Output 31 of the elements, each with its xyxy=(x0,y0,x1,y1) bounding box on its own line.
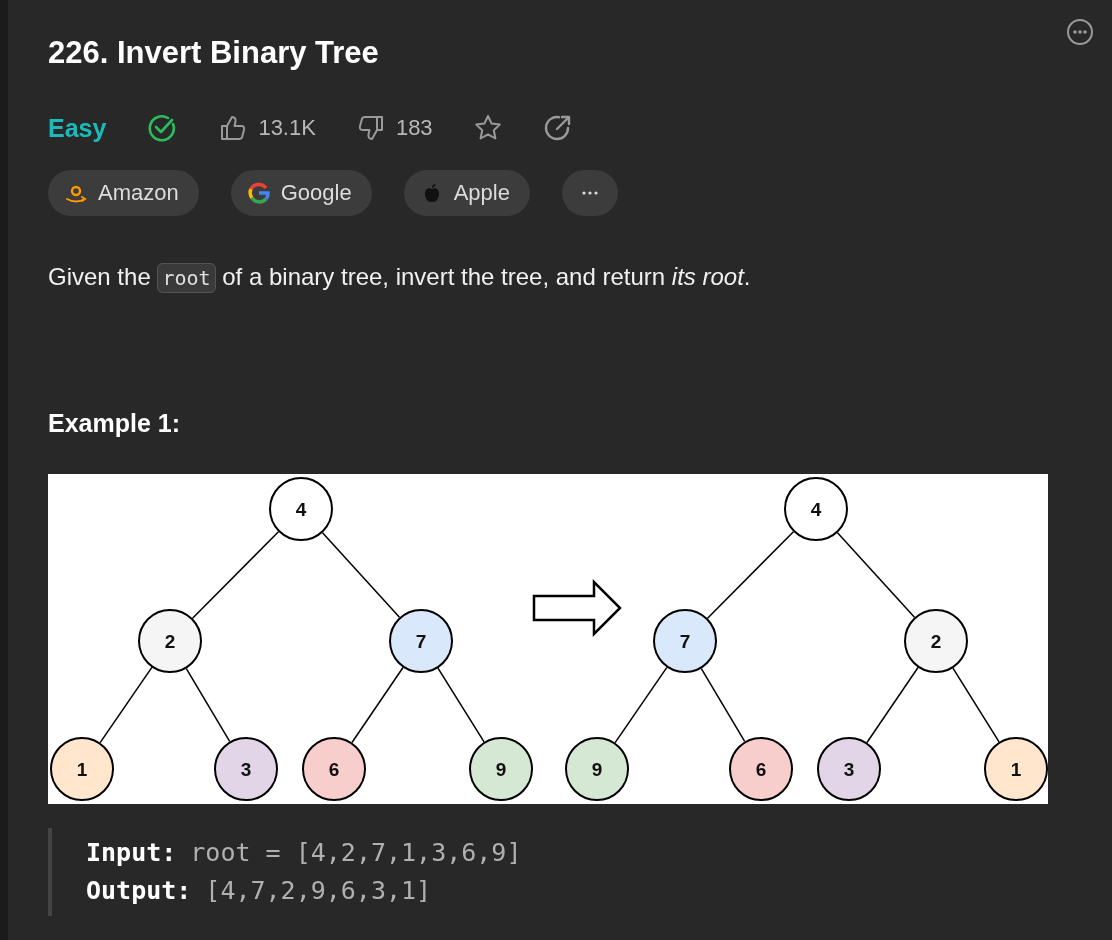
problem-description: Given the root of a binary tree, invert the tree, and return its root. xyxy=(48,258,1094,297)
tree-node: 9 xyxy=(469,737,533,801)
share-icon[interactable] xyxy=(542,113,573,143)
company-tag[interactable]: Amazon xyxy=(48,170,199,216)
company-tag[interactable]: Google xyxy=(230,170,372,216)
tree-node: 7 xyxy=(389,609,453,673)
more-icon[interactable] xyxy=(1066,18,1094,46)
example-heading: Example 1: xyxy=(48,409,181,438)
like-count: 13.1K xyxy=(258,115,316,141)
example-label: Input: xyxy=(86,837,177,869)
ring-icon xyxy=(246,181,271,205)
tree-node: 1 xyxy=(984,737,1048,801)
example-label: Output: xyxy=(86,875,192,907)
problem-title: 226. Invert Binary Tree xyxy=(48,35,379,71)
company-tag[interactable]: Apple xyxy=(403,170,530,216)
example-value: root = [4,2,7,1,3,6,9] xyxy=(190,837,522,869)
tree-node: 3 xyxy=(214,737,278,801)
dislike-count: 183 xyxy=(395,115,433,141)
tree-node: 9 xyxy=(565,737,629,801)
tree-node: 3 xyxy=(817,737,881,801)
tree-node: 2 xyxy=(904,609,968,673)
tree-node: 4 xyxy=(784,477,848,541)
star-icon[interactable] xyxy=(472,113,503,143)
tree-node: 1 xyxy=(50,737,114,801)
difficulty-label: Easy xyxy=(48,113,107,143)
tree-node: 6 xyxy=(729,737,793,801)
tree-node: 6 xyxy=(302,737,366,801)
tree-node: 2 xyxy=(138,609,202,673)
tree-node: 7 xyxy=(653,609,717,673)
tree-node: 4 xyxy=(269,477,333,541)
example-value: [4,7,2,9,6,3,1] xyxy=(205,875,432,907)
